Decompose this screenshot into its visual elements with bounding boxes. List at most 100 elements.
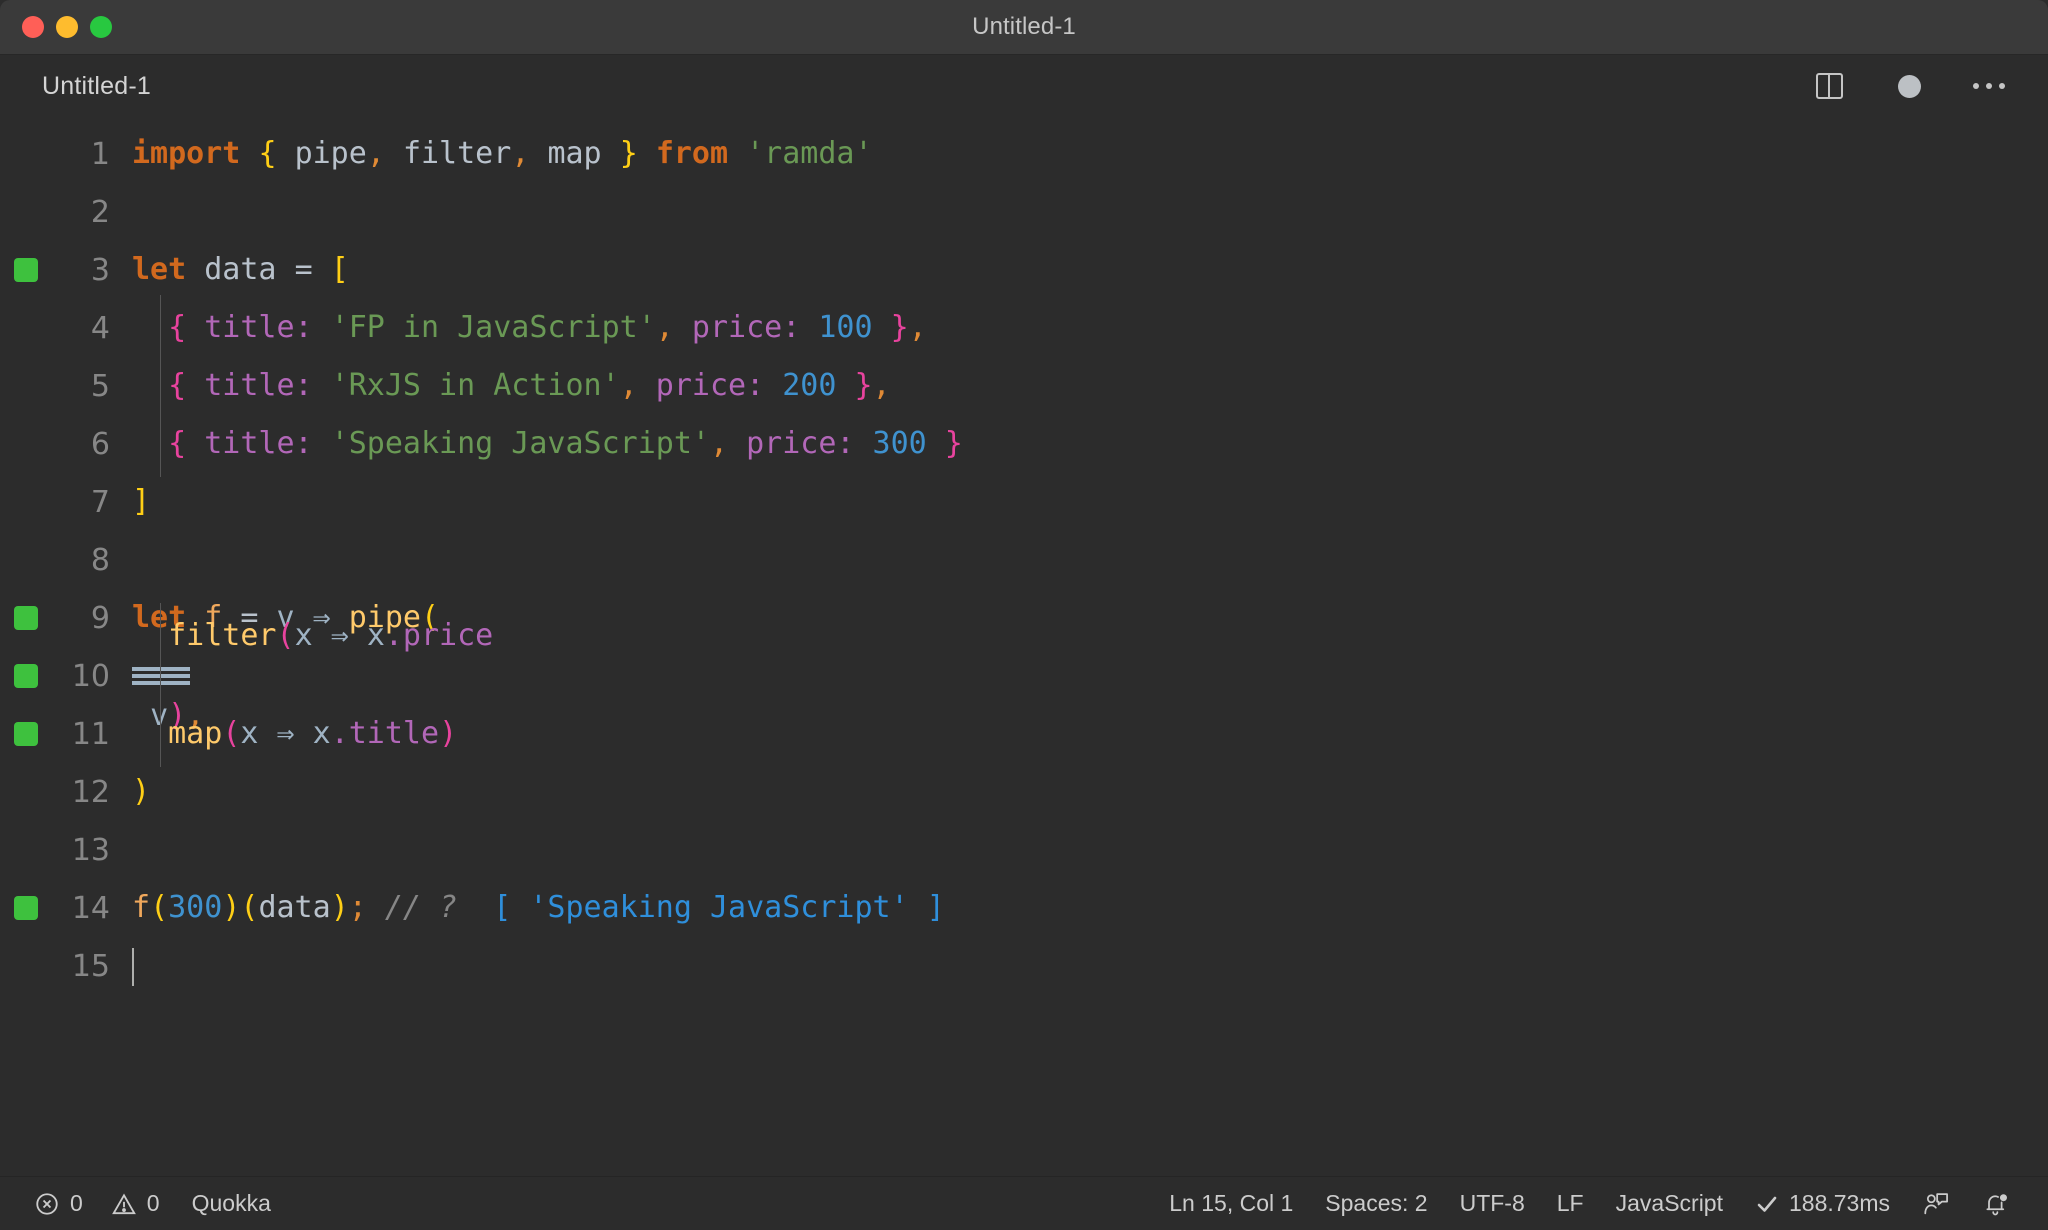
indent-guide — [160, 295, 161, 361]
line-number: 7 — [90, 484, 110, 520]
token-bracket-close: ] — [132, 484, 151, 519]
token-paren-open: ( — [276, 618, 295, 653]
code-lines: 1 import { pipe, filter, map } from 'ram… — [0, 117, 2048, 999]
quokka-executed-marker — [14, 258, 38, 282]
token-equals: = — [294, 252, 313, 287]
language-mode-status-item[interactable]: JavaScript — [1600, 1177, 1739, 1230]
tab-untitled-1[interactable]: Untitled-1 — [0, 55, 185, 117]
indentation-label: Spaces: 2 — [1325, 1190, 1428, 1216]
quokka-executed-marker — [14, 664, 38, 688]
token-bracket-open: [ — [330, 252, 349, 287]
token-brace-close: } — [944, 426, 963, 461]
token-comma: , — [908, 310, 927, 345]
encoding-status-item[interactable]: UTF-8 — [1444, 1177, 1541, 1230]
code-editor[interactable]: 1 import { pipe, filter, map } from 'ram… — [0, 117, 2048, 1176]
eol-status-item[interactable]: LF — [1541, 1177, 1600, 1230]
traffic-light-controls — [0, 16, 112, 38]
token-x-title: x.title — [312, 716, 440, 751]
token-comma: , — [709, 426, 729, 461]
token-x: x — [294, 618, 313, 653]
token-comma: , — [366, 136, 385, 171]
unsaved-indicator-button[interactable] — [1892, 69, 1926, 103]
encoding-label: UTF-8 — [1459, 1190, 1525, 1216]
check-icon — [1755, 1192, 1779, 1216]
line-number: 1 — [90, 136, 110, 172]
quokka-label: Quokka — [191, 1190, 271, 1216]
line-content: map(x ⇒ x.title) — [132, 701, 2048, 767]
token-x: x — [240, 716, 259, 751]
split-editor-button[interactable] — [1812, 69, 1846, 103]
token-price-value: 300 — [872, 426, 927, 461]
unsaved-dot-icon — [1897, 74, 1921, 98]
token-paren-close: ) — [132, 774, 151, 809]
code-line: 7 ] — [0, 473, 2048, 531]
line-content — [132, 933, 2048, 999]
token-from: from — [655, 136, 729, 171]
eol-label: LF — [1556, 1190, 1584, 1216]
code-line: 11 map(x ⇒ x.title) — [0, 701, 2048, 767]
feedback-status-item[interactable] — [1906, 1177, 1966, 1230]
code-line: 5 { title: 'RxJS in Action', price: 200 … — [0, 353, 2048, 419]
code-line: 13 — [0, 821, 2048, 879]
token-brace-open: { — [168, 310, 187, 345]
line-content: import { pipe, filter, map } from 'ramda… — [132, 125, 2048, 183]
token-filter-call: filter — [168, 618, 277, 653]
token-comma: , — [655, 310, 674, 345]
token-300: 300 — [168, 890, 223, 925]
warning-count: 0 — [146, 1190, 160, 1216]
token-brace-close: } — [890, 310, 909, 345]
more-actions-button[interactable] — [1972, 69, 2006, 103]
token-price-key: price: — [746, 426, 855, 461]
token-comma: , — [619, 368, 638, 403]
status-bar-left: 0 0 Quokka — [18, 1177, 287, 1230]
token-let: let — [132, 252, 187, 287]
token-semicolon: ; — [348, 890, 367, 925]
more-actions-icon — [1973, 83, 2005, 89]
token-data: data — [204, 252, 277, 287]
token-paren-close: ) — [439, 716, 458, 751]
error-circle-icon — [34, 1191, 60, 1217]
minimize-button[interactable] — [56, 16, 78, 38]
close-button[interactable] — [22, 16, 44, 38]
code-line: 6 { title: 'Speaking JavaScript', price:… — [0, 411, 2048, 477]
token-pipe: pipe — [294, 136, 367, 171]
token-paren-open: ( — [222, 716, 241, 751]
quokka-executed-marker — [14, 896, 38, 920]
indent-guide — [160, 353, 161, 419]
quokka-status-item[interactable]: Quokka — [176, 1177, 287, 1230]
notifications-status-item[interactable] — [1966, 1177, 2026, 1230]
token-brace-open: { — [258, 136, 277, 171]
quokka-executed-marker — [14, 606, 38, 630]
line-content: ) — [132, 763, 2048, 821]
code-line: 1 import { pipe, filter, map } from 'ram… — [0, 125, 2048, 183]
line-content: let data = [ — [132, 241, 2048, 299]
token-map: map — [547, 136, 602, 171]
split-editor-right-icon — [1815, 73, 1843, 99]
line-content: { title: 'Speaking JavaScript', price: 3… — [132, 411, 2048, 477]
code-line: 3 let data = [ — [0, 241, 2048, 299]
quokka-comment-directive: // ? — [384, 890, 458, 925]
token-paren-close: ) — [330, 890, 349, 925]
problems-status-item[interactable]: 0 0 — [18, 1177, 176, 1230]
maximize-button[interactable] — [90, 16, 112, 38]
line-content: ] — [132, 473, 2048, 531]
text-cursor — [132, 947, 134, 986]
line-number: 2 — [90, 194, 110, 230]
bell-dot-icon — [1982, 1190, 2010, 1218]
strict-equals-icon — [132, 665, 2048, 687]
indentation-status-item[interactable]: Spaces: 2 — [1309, 1177, 1443, 1230]
token-title-value: 'FP in JavaScript' — [330, 310, 656, 345]
triple-bar-glyph — [132, 667, 190, 685]
token-module-name: 'ramda' — [746, 136, 873, 171]
token-paren-open: ( — [150, 890, 169, 925]
quokka-runtime-status-item[interactable]: 188.73ms — [1739, 1177, 1906, 1230]
line-number: 4 — [90, 310, 110, 346]
token-price-member: .price — [384, 618, 494, 653]
token-map-call: map — [168, 716, 223, 751]
cursor-position-status-item[interactable]: Ln 15, Col 1 — [1153, 1177, 1309, 1230]
window-title: Untitled-1 — [972, 13, 1076, 40]
token-import: import — [132, 136, 241, 171]
code-line: 2 — [0, 183, 2048, 241]
line-number: 15 — [71, 948, 110, 984]
feedback-person-icon — [1922, 1190, 1950, 1218]
